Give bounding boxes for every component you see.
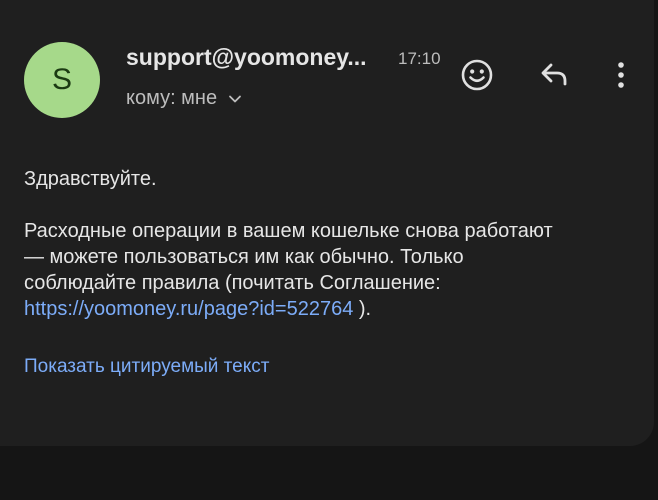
email-body-line: соблюдайте правила (почитать Соглашение:	[24, 272, 441, 294]
avatar-letter: S	[51, 63, 72, 96]
agreement-link[interactable]: https://yoomoney.ru/page?id=522764	[24, 298, 353, 320]
sender-avatar[interactable]: S	[24, 42, 100, 118]
email-greeting: Здравствуйте.	[24, 168, 157, 190]
email-card: S support@yoomoney... 17:10 кому: мне Зд…	[0, 0, 654, 446]
more-vertical-icon	[618, 62, 624, 88]
recipient-toggle[interactable]: кому: мне	[126, 87, 243, 110]
link-suffix: ).	[353, 298, 372, 320]
recipient-label: кому: мне	[126, 87, 218, 109]
emoji-reaction-button[interactable]	[455, 53, 499, 97]
email-time: 17:10	[398, 49, 441, 68]
email-body-link-line: https://yoomoney.ru/page?id=522764 ).	[24, 296, 634, 322]
reply-button[interactable]	[532, 53, 576, 97]
show-quoted-text-link[interactable]: Показать цитируемый текст	[24, 356, 269, 378]
email-body: Здравствуйте. Расходные операции в вашем…	[24, 166, 634, 322]
sender-address: support@yoomoney...	[126, 44, 367, 70]
email-body-line: — можете пользоваться им как обычно. Тол…	[24, 246, 464, 268]
chevron-down-icon	[229, 95, 242, 102]
smiley-icon	[461, 59, 493, 91]
reply-icon	[541, 63, 567, 86]
more-options-button[interactable]	[599, 53, 643, 97]
email-body-line: Расходные операции в вашем кошельке снов…	[24, 220, 553, 242]
